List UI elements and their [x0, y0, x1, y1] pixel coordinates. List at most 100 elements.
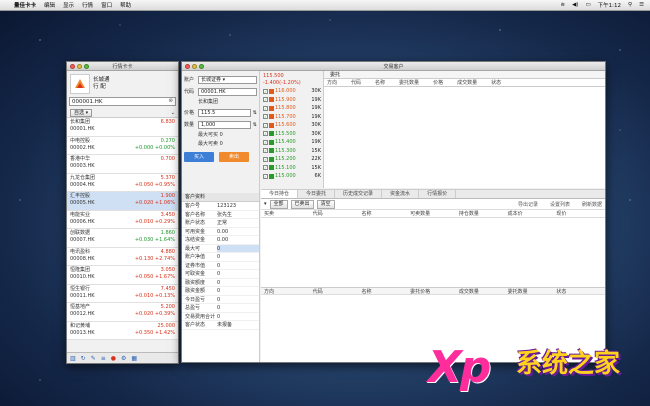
order-book-row[interactable]: ✓ 115.100 15K: [263, 164, 321, 173]
list-item[interactable]: 恒基地产 00012.HK 5.200 +0.020 +0.39%: [67, 303, 178, 322]
column-header[interactable]: 代码: [351, 79, 361, 86]
tab-2[interactable]: 历史成交记录: [335, 190, 383, 198]
menu-view[interactable]: 显示: [63, 1, 74, 9]
checkbox[interactable]: ✓: [263, 105, 268, 111]
tab-1[interactable]: 今日委托: [298, 190, 336, 198]
order-book-row[interactable]: ✓ 115.300 15K: [263, 147, 321, 156]
price-stepper[interactable]: ⇅: [253, 110, 257, 116]
list-item[interactable]: 和记黄埔 00013.HK 25.000 +0.350 +1.42%: [67, 321, 178, 340]
list-icon[interactable]: ≡: [101, 355, 106, 362]
column-header[interactable]: 方向: [327, 79, 337, 86]
tab-3[interactable]: 资金流水: [382, 190, 420, 198]
column-header[interactable]: 名称: [361, 288, 410, 295]
symbol-search-input[interactable]: 000001.HK ⊗: [69, 97, 176, 106]
order-book-row[interactable]: ✓ 115.000 6K: [263, 172, 321, 181]
tab-4[interactable]: 行情报价: [419, 190, 457, 198]
settings-icon[interactable]: ⚙: [121, 355, 126, 362]
export-link[interactable]: 导出记录: [518, 201, 538, 208]
column-header[interactable]: 委托数量: [508, 288, 557, 295]
list-item[interactable]: 电讯盈科 00008.HK 4.880 +0.130 +2.74%: [67, 247, 178, 266]
order-book-row[interactable]: ✓ 115.500 30K: [263, 130, 321, 139]
list-item[interactable]: 电能实业 00006.HK 3.450 +0.010 +0.29%: [67, 210, 178, 229]
checkbox[interactable]: ✓: [263, 173, 268, 179]
chart-icon[interactable]: ▥: [70, 355, 76, 362]
avatar[interactable]: [70, 74, 90, 94]
rotate-icon[interactable]: ↻: [81, 355, 86, 362]
column-header[interactable]: 成交数量: [459, 288, 508, 295]
refresh-link[interactable]: 刷新数据: [582, 201, 602, 208]
order-book-row[interactable]: ✓ 115.600 30K: [263, 121, 321, 130]
checkbox[interactable]: ✓: [263, 139, 268, 145]
menu-window[interactable]: 窗口: [101, 1, 112, 9]
tab-0[interactable]: 今日持仓: [261, 190, 299, 198]
zoom-button[interactable]: [84, 64, 89, 69]
order-book-row[interactable]: ✓ 115.800 19K: [263, 104, 321, 113]
checkbox[interactable]: ✓: [263, 165, 268, 171]
list-item[interactable]: 恒隆集团 00010.HK 3.050 +0.050 +1.67%: [67, 266, 178, 285]
minimize-button[interactable]: [77, 64, 82, 69]
column-header[interactable]: 成交数量: [457, 79, 477, 86]
buy-button[interactable]: 买入: [184, 152, 214, 162]
column-header[interactable]: 委托价格: [410, 288, 459, 295]
checkbox[interactable]: ✓: [263, 97, 268, 103]
tab-orders[interactable]: 委托: [324, 71, 605, 79]
code-input[interactable]: 00001.HK: [198, 87, 257, 96]
quantity-stepper[interactable]: ⇅: [253, 122, 257, 128]
menubar-clock[interactable]: 下午1:12: [598, 1, 621, 9]
column-header[interactable]: 成本价: [508, 210, 557, 217]
account-select[interactable]: 长城证券 ▾: [198, 75, 257, 84]
edit-icon[interactable]: ✎: [91, 355, 96, 362]
checkbox[interactable]: ✓: [263, 122, 268, 128]
menu-edit[interactable]: 编辑: [44, 1, 55, 9]
volume-icon[interactable]: ◀): [572, 2, 578, 8]
clear-button[interactable]: 清空: [316, 199, 335, 209]
alert-icon[interactable]: ●: [111, 355, 116, 362]
column-header[interactable]: 名称: [361, 210, 410, 217]
column-header[interactable]: 代码: [313, 288, 362, 295]
menu-quote[interactable]: 行情: [82, 1, 93, 9]
list-item[interactable]: 九龙仓集团 00004.HK 5.370 +0.050 +0.95%: [67, 173, 178, 192]
column-header[interactable]: 状态: [556, 288, 605, 295]
column-header[interactable]: 状态: [491, 79, 501, 86]
battery-icon[interactable]: ▭: [585, 2, 590, 8]
list-item[interactable]: 恒生银行 00011.HK 7.450 +0.010 +0.13%: [67, 284, 178, 303]
tab-watchlist[interactable]: 自选 ▾: [70, 108, 93, 117]
column-header[interactable]: 现价: [556, 210, 605, 217]
filter-all-button[interactable]: 全部: [269, 199, 288, 209]
list-item[interactable]: 中电控股 00002.HK 0.270 +0.000 +0.00%: [67, 136, 178, 155]
menu-help[interactable]: 帮助: [120, 1, 131, 9]
quantity-input[interactable]: 1,000: [198, 120, 251, 129]
order-book-row[interactable]: ✓ 116.000 30K: [263, 87, 321, 96]
close-button[interactable]: [185, 64, 190, 69]
checkbox[interactable]: ✓: [263, 148, 268, 154]
column-header[interactable]: 价格: [433, 79, 443, 86]
column-header[interactable]: 买卖: [264, 210, 313, 217]
checkbox[interactable]: ✓: [263, 156, 268, 162]
list-item[interactable]: 汇丰控股 00005.HK 1.900 +0.020 +1.06%: [67, 192, 178, 211]
column-header[interactable]: 持仓数量: [459, 210, 508, 217]
settings-link[interactable]: 设置列表: [550, 201, 570, 208]
list-item[interactable]: 香港中华 00003.HK 0.700: [67, 155, 178, 174]
order-book-row[interactable]: ✓ 115.200 22K: [263, 155, 321, 164]
chevron-down-icon[interactable]: ⌄: [171, 110, 175, 116]
column-header[interactable]: 方向: [264, 288, 313, 295]
list-icon[interactable]: ☰: [639, 2, 644, 8]
grid-icon[interactable]: ▦: [131, 355, 137, 362]
column-header[interactable]: 代码: [313, 210, 362, 217]
close-button[interactable]: [70, 64, 75, 69]
filter-sold-button[interactable]: 已卖出: [290, 199, 314, 209]
dropdown-icon[interactable]: ▾: [264, 201, 267, 207]
list-item[interactable]: 创联数据 00007.HK 1.860 +0.030 +1.64%: [67, 229, 178, 248]
checkbox[interactable]: ✓: [263, 88, 268, 94]
zoom-button[interactable]: [199, 64, 204, 69]
price-input[interactable]: 115.5: [198, 108, 251, 117]
column-header[interactable]: 名称: [375, 79, 385, 86]
column-header[interactable]: 委托数量: [399, 79, 419, 86]
quote-window-titlebar[interactable]: 行情卡卡: [67, 62, 178, 71]
order-book-row[interactable]: ✓ 115.700 19K: [263, 113, 321, 122]
trading-window-titlebar[interactable]: 交易客户: [182, 62, 605, 71]
checkbox[interactable]: ✓: [263, 114, 268, 120]
minimize-button[interactable]: [192, 64, 197, 69]
sell-button[interactable]: 卖出: [219, 152, 249, 162]
column-header[interactable]: 可卖数量: [410, 210, 459, 217]
